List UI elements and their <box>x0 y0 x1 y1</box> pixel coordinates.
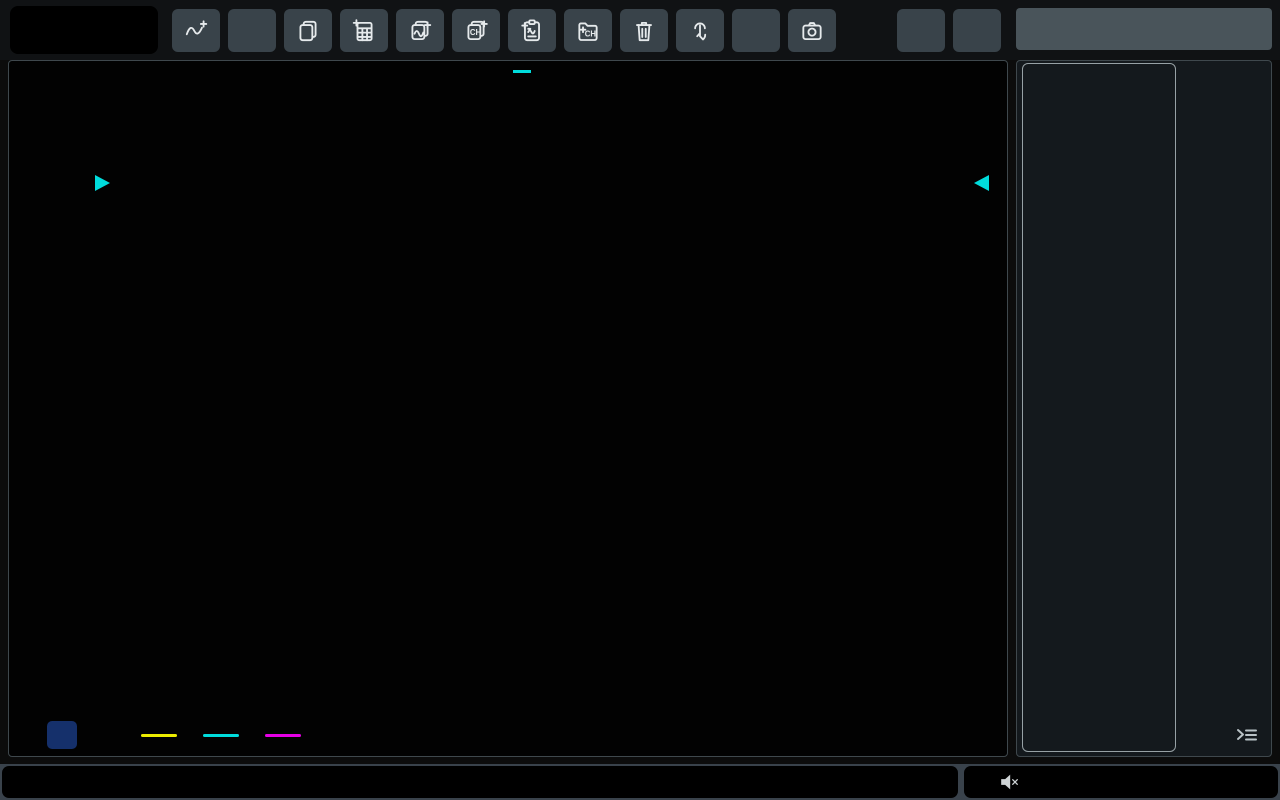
settings-panel <box>1016 60 1272 757</box>
channel-footer <box>39 719 997 751</box>
screenshot-button[interactable] <box>788 9 836 52</box>
vna-screen: CH CH <box>0 0 1280 800</box>
trace2-header[interactable] <box>513 70 545 73</box>
trace2-swatch <box>203 734 239 737</box>
trash-icon <box>631 18 657 44</box>
system-status <box>964 766 1278 798</box>
copy-icon <box>295 18 321 44</box>
ref-level-marker-right[interactable] <box>974 175 989 191</box>
preset-button[interactable] <box>897 9 945 52</box>
plot-grid[interactable] <box>113 124 971 713</box>
channel-folder-icon: CH <box>575 18 601 44</box>
copy-channel-icon: CH <box>463 18 489 44</box>
copy-button[interactable] <box>284 9 332 52</box>
copy-trace-button[interactable] <box>396 9 444 52</box>
channel-folder-button[interactable]: CH <box>564 9 612 52</box>
add-trace-button[interactable] <box>172 9 220 52</box>
measurement-area <box>8 60 1008 757</box>
delete-button[interactable] <box>620 9 668 52</box>
touch-icon <box>687 18 713 44</box>
new-table-icon <box>351 18 377 44</box>
camera-icon <box>799 18 825 44</box>
measure-clipboard-icon <box>519 18 545 44</box>
settings-dropdown[interactable] <box>1016 8 1272 50</box>
auto-scale-button[interactable] <box>732 9 780 52</box>
svg-text:CH: CH <box>585 29 597 38</box>
add-trace-icon <box>183 18 209 44</box>
trace2-active-badge <box>513 70 531 73</box>
top-toolbar: CH CH <box>0 0 1280 60</box>
ref-level-marker-left[interactable] <box>95 175 110 191</box>
copy-trace-icon <box>407 18 433 44</box>
trace3-swatch <box>265 734 301 737</box>
menu-expand-icon[interactable] <box>1231 722 1263 750</box>
status-bar <box>0 764 1280 800</box>
help-button[interactable] <box>953 9 1001 52</box>
copy-channel-button[interactable]: CH <box>452 9 500 52</box>
touch-button[interactable] <box>676 9 724 52</box>
speaker-muted-icon[interactable] <box>1000 773 1020 791</box>
trace1-swatch <box>141 734 177 737</box>
status-items <box>2 766 958 798</box>
rigol-logo <box>10 6 158 54</box>
new-table-button[interactable] <box>340 9 388 52</box>
save-submenu <box>1022 63 1176 752</box>
svg-text:CH: CH <box>470 27 482 36</box>
measure-clipboard-button[interactable] <box>508 9 556 52</box>
add-channel-button[interactable] <box>228 9 276 52</box>
channel-badge[interactable] <box>47 721 77 749</box>
